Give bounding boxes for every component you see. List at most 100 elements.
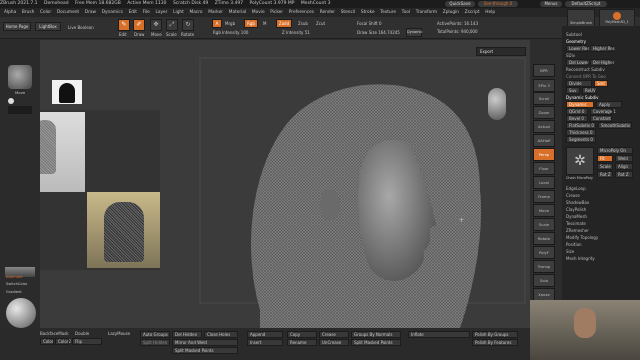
scale-micropoly-slider[interactable]: Scale: [597, 163, 613, 170]
menu-help[interactable]: Help: [485, 10, 495, 15]
weld-toggle[interactable]: Weld: [615, 155, 633, 162]
scroll-button[interactable]: Scroll: [533, 92, 555, 105]
silhouette-reference-image[interactable]: [52, 80, 82, 104]
frame-button[interactable]: Frame: [533, 190, 555, 203]
focal-shift-slider[interactable]: Focal Shift 0: [357, 21, 382, 26]
menu-edit[interactable]: Edit: [129, 10, 137, 15]
sdiv-slider[interactable]: SDiv: [562, 52, 640, 59]
spix-button[interactable]: SPix 3: [533, 79, 555, 92]
reference-image-front[interactable]: [40, 112, 85, 192]
menu-dynamics[interactable]: Dynamics: [102, 10, 123, 15]
rotz-slider[interactable]: Rot Z: [597, 171, 613, 178]
bpr-button[interactable]: BPR: [533, 64, 555, 77]
menu-draw[interactable]: Draw: [85, 10, 96, 15]
solo-button[interactable]: Solo: [533, 274, 555, 287]
lower-res-button[interactable]: Lower Res: [566, 45, 589, 52]
menu-stencil[interactable]: Stencil: [341, 10, 356, 15]
rgb-toggle[interactable]: Rgb: [244, 19, 258, 28]
switchcolor-button[interactable]: SwitchColor: [6, 282, 27, 286]
smoothsubdiv-slider[interactable]: SmoothSubdiv: [598, 122, 632, 129]
move-view-button[interactable]: Move: [533, 204, 555, 217]
reconstruct-button[interactable]: Reconstruct Subdiv: [562, 66, 640, 73]
del-hidden-button[interactable]: Del Hidden: [172, 331, 202, 338]
groups-by-normals-button[interactable]: Groups By Normals: [351, 331, 401, 338]
draw-size-slider[interactable]: Draw Size 164.74245: [357, 30, 400, 35]
menu-tool[interactable]: Tool: [402, 10, 410, 15]
uncrease-button[interactable]: UnCrease: [319, 339, 349, 346]
quicksave-button[interactable]: QuickSave: [445, 1, 475, 7]
flip-button[interactable]: Flip: [72, 338, 102, 345]
aahalf-button[interactable]: AAHalf: [533, 134, 555, 147]
move-mode-icon[interactable]: ✥: [150, 19, 162, 31]
zoom-button[interactable]: Zoom: [533, 106, 555, 119]
persp-button[interactable]: Persp: [533, 148, 555, 161]
constant-toggle[interactable]: Constant: [590, 115, 612, 122]
auto-groups-button[interactable]: Auto Groups: [140, 331, 170, 338]
menu-zplugin[interactable]: Zplugin: [443, 10, 459, 15]
alternate-label[interactable]: Alternate: [6, 275, 23, 279]
seethrough-slider[interactable]: See-through 0: [478, 1, 518, 7]
menu-preferences[interactable]: Preferences: [289, 10, 314, 15]
actual-button[interactable]: Actual: [533, 120, 555, 133]
close-holes-button[interactable]: Close Holes: [204, 331, 238, 338]
dynamic-button[interactable]: Dynamic: [406, 28, 422, 37]
menu-material[interactable]: Material: [229, 10, 246, 15]
double-toggle[interactable]: Double: [75, 331, 89, 336]
size-item[interactable]: Size: [562, 248, 640, 255]
alpha-slot[interactable]: [8, 106, 32, 114]
menu-movie[interactable]: Movie: [252, 10, 265, 15]
live-boolean-toggle[interactable]: Live Boolean: [68, 25, 94, 30]
rotate-view-button[interactable]: Rotate: [533, 232, 555, 245]
split-masked-button[interactable]: Split Masked Points: [172, 347, 238, 354]
smt-toggle[interactable]: Smt: [594, 80, 608, 87]
menu-transform[interactable]: Transform: [416, 10, 437, 15]
crease-item[interactable]: Crease: [562, 192, 640, 199]
menu-marker[interactable]: Marker: [208, 10, 223, 15]
claypolish-item[interactable]: ClayPolish: [562, 206, 640, 213]
polyf-button[interactable]: PolyF: [533, 246, 555, 259]
segments-slider[interactable]: Segments 0: [566, 136, 596, 143]
reference-image-side[interactable]: [87, 192, 160, 268]
split-hidden-button[interactable]: Split Hidden: [140, 339, 170, 346]
viewport-canvas[interactable]: + Export: [40, 40, 530, 328]
dynamesh-item[interactable]: DynaMesh: [562, 213, 640, 220]
dynamic-toggle[interactable]: Dynamic: [566, 101, 594, 108]
export-button[interactable]: Export: [476, 47, 526, 56]
suv-toggle[interactable]: Suv: [566, 87, 580, 94]
rename-button[interactable]: Rename: [287, 339, 317, 346]
menu-macro[interactable]: Macro: [190, 10, 203, 15]
menu-brush[interactable]: Brush: [22, 10, 34, 15]
rotz2-slider[interactable]: Rot Z: [615, 171, 633, 178]
menu-texture[interactable]: Texture: [380, 10, 396, 15]
menu-render[interactable]: Render: [320, 10, 335, 15]
insert-button[interactable]: Insert: [247, 339, 283, 346]
home-page-button[interactable]: Home Page: [3, 22, 31, 31]
menu-color[interactable]: Color: [40, 10, 51, 15]
color1-button[interactable]: Color: [40, 338, 54, 345]
zadd-toggle[interactable]: Zadd: [276, 19, 292, 28]
reuv-toggle[interactable]: ReUV: [582, 87, 596, 94]
zremesher-item[interactable]: ZRemesher: [562, 227, 640, 234]
apply-button[interactable]: Apply: [596, 101, 622, 108]
polish-by-features-slider[interactable]: Polish By Features: [472, 339, 518, 346]
bevel-slider[interactable]: Bevel 0: [566, 115, 588, 122]
geometry-header[interactable]: Geometry: [562, 38, 640, 45]
polish-by-groups-slider[interactable]: Polish By Groups: [472, 331, 518, 338]
split-masked-points-button[interactable]: Split Masked Points: [351, 339, 401, 346]
inflate-slider[interactable]: Inflate: [408, 331, 470, 338]
menu-alpha[interactable]: Alpha: [4, 10, 16, 15]
stroke-dot-icon[interactable]: [8, 98, 14, 104]
scale-mode-icon[interactable]: ⤢: [166, 19, 178, 31]
brush-thumbnail[interactable]: [8, 65, 32, 89]
menu-file[interactable]: File: [143, 10, 150, 15]
lazymouse-toggle[interactable]: LazyMouse: [108, 331, 130, 336]
crease-button[interactable]: Crease: [319, 331, 349, 338]
menu-light[interactable]: Light: [173, 10, 184, 15]
align-toggle[interactable]: Align: [615, 163, 633, 170]
mesh-integrity-item[interactable]: Mesh Integrity: [562, 255, 640, 262]
copy-button[interactable]: Copy: [287, 331, 317, 338]
a-toggle[interactable]: A: [212, 19, 222, 28]
fit-toggle[interactable]: Fit: [597, 155, 613, 162]
convert-bpr-button[interactable]: Convert BPR To Geo: [562, 73, 640, 80]
subtool-header[interactable]: Subtool: [562, 31, 640, 38]
